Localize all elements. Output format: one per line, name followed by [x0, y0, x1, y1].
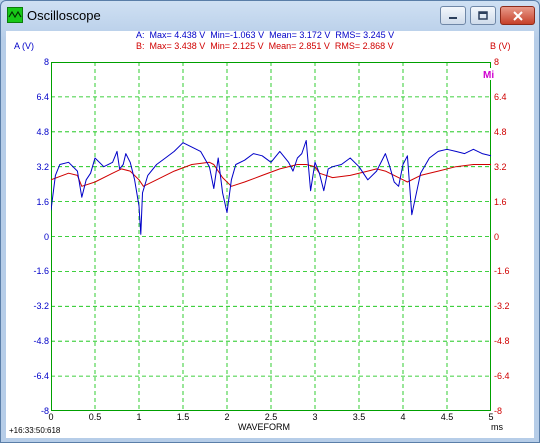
x-tick-label: 3.5	[352, 412, 366, 422]
x-tick-label: 0	[48, 412, 54, 422]
right-tick-label: -4.8	[494, 336, 510, 347]
capture-timestamp: +16:33:50:618	[9, 426, 61, 435]
right-tick-label: 6.4	[494, 91, 507, 102]
x-tick-label: 1.5	[176, 412, 190, 422]
x-tick-label: 3	[312, 412, 318, 422]
left-tick-label: -6.4	[33, 371, 49, 382]
x-axis-title: WAVEFORM	[238, 422, 290, 432]
right-tick-label: 0	[494, 231, 500, 242]
channel-a-stats: A: Max= 4.438 V Min=-1.063 V Mean= 3.172…	[136, 30, 395, 40]
right-tick-label: -3.2	[494, 301, 510, 312]
right-tick-label: 1.6	[494, 196, 507, 207]
x-axis-unit: ms	[491, 422, 503, 432]
x-tick-label: 0.5	[88, 412, 102, 422]
x-tick-label: 1	[136, 412, 142, 422]
oscilloscope-window: Oscilloscope A: Max= 4.438 V Min=-1.063 …	[0, 0, 540, 443]
svg-text:Mi: Mi	[483, 70, 494, 80]
window-title: Oscilloscope	[27, 8, 101, 23]
right-axis-title: B (V)	[490, 41, 511, 51]
maximize-button[interactable]	[470, 6, 496, 25]
close-icon	[512, 10, 523, 21]
x-tick-label: 2.5	[264, 412, 278, 422]
right-tick-label: 3.2	[494, 161, 507, 172]
minimize-icon	[449, 16, 457, 19]
x-tick-label: 5	[488, 412, 494, 422]
left-tick-label: -1.6	[33, 266, 49, 277]
title-bar[interactable]: Oscilloscope	[1, 1, 539, 31]
left-tick-label: 1.6	[36, 196, 49, 207]
left-tick-label: -4.8	[33, 336, 49, 347]
left-tick-label: 8	[43, 57, 49, 67]
right-tick-label: 8	[494, 57, 500, 67]
close-button[interactable]	[500, 6, 535, 25]
right-tick-label: -1.6	[494, 266, 510, 277]
left-axis-title: A (V)	[14, 41, 35, 51]
right-tick-label: 4.8	[494, 126, 507, 137]
oscilloscope-app-icon	[7, 7, 23, 23]
trigger-mi-icon[interactable]: Mi	[482, 68, 497, 81]
maximize-icon	[478, 11, 488, 20]
left-tick-label: -3.2	[33, 301, 49, 312]
grid-lines	[51, 62, 491, 411]
x-tick-label: 2	[224, 412, 230, 422]
x-tick-label: 4.5	[440, 412, 454, 422]
left-tick-label: 4.8	[36, 126, 49, 137]
channel-b-stats: B: Max= 3.438 V Min= 2.125 V Mean= 2.851…	[136, 41, 394, 51]
minimize-button[interactable]	[440, 6, 466, 25]
x-tick-label: 4	[400, 412, 406, 422]
left-tick-label: 6.4	[36, 91, 49, 102]
right-tick-label: -6.4	[494, 371, 510, 382]
waveform-plot[interactable]	[51, 62, 491, 411]
left-tick-label: 3.2	[36, 161, 49, 172]
left-tick-label: 0	[43, 231, 49, 242]
